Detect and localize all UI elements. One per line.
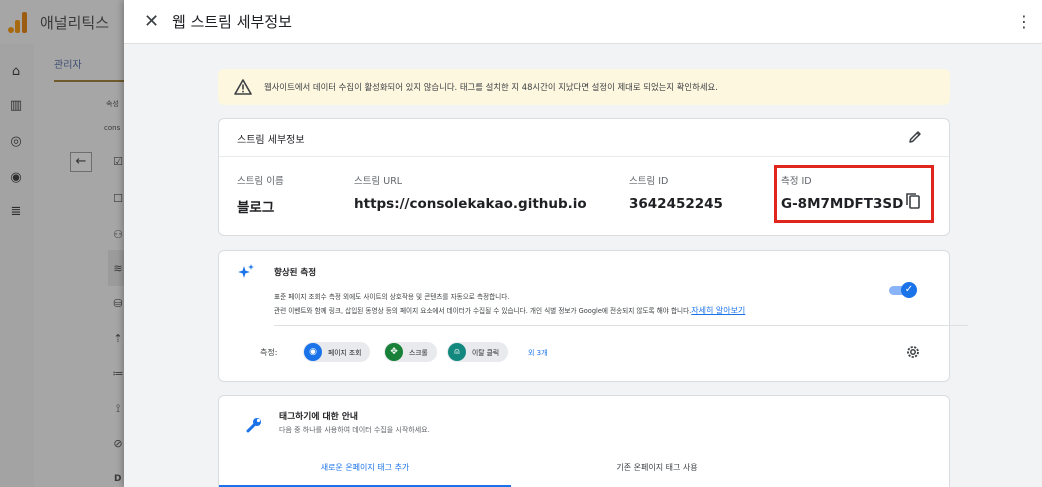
home-icon[interactable]: ⌂	[8, 64, 24, 80]
close-icon[interactable]: ✕	[144, 10, 160, 34]
learn-more-link[interactable]: 자세히 알아보기	[691, 306, 745, 315]
app-title: 애널리틱스	[40, 13, 110, 32]
more-options-icon[interactable]: ⋮	[1016, 12, 1032, 32]
warning-banner: 웹사이트에서 데이터 수집이 활성화되어 있지 않습니다. 태그를 설치한 지 …	[218, 69, 950, 105]
scroll-icon: ✥	[385, 343, 403, 361]
edit-pencil-icon[interactable]	[907, 129, 923, 145]
explore-icon[interactable]: ◎	[8, 134, 24, 150]
measurement-id-highlight	[774, 165, 934, 223]
tagging-instructions-card: 태그하기에 대한 안내 다음 중 하나를 사용하여 데이터 수집을 시작하세요.…	[218, 395, 950, 487]
divider	[274, 325, 968, 326]
drawer-header: ✕ 웹 스트림 세부정보 ⋮	[124, 0, 1042, 44]
property-label: 속성	[106, 100, 119, 108]
database-icon: ⛁	[113, 297, 123, 310]
property-name: cons	[104, 124, 121, 132]
stream-icon: ≋	[113, 262, 123, 275]
wrench-icon	[245, 416, 263, 434]
nav-rail: ⌂ ▥ ◎ ◉ ≣	[0, 44, 34, 487]
enhanced-measurement-desc-1: 표준 페이지 조회수 측정 외에도 사이트의 상호작용 및 콘텐츠를 자동으로 …	[274, 293, 510, 301]
metrics-label: 측정:	[260, 348, 278, 357]
users-icon: ⚇	[113, 228, 123, 241]
sparkle-icon	[237, 263, 255, 281]
tab-admin[interactable]: 관리자	[54, 56, 82, 71]
stream-url-label: 스트림 URL	[354, 176, 403, 187]
stream-id-label: 스트림 ID	[629, 176, 669, 187]
drawer-title: 웹 스트림 세부정보	[172, 13, 292, 31]
eye-icon: ◉	[304, 343, 322, 361]
gear-icon[interactable]	[905, 344, 921, 360]
stream-url-field: 스트림 URL https://consolekakao.github.io	[354, 173, 587, 212]
enhanced-measurement-desc-2: 관련 이벤트와 함께 링크, 삽입된 동영상 등의 페이지 요소에서 데이터가 …	[274, 305, 745, 316]
warning-text: 웹사이트에서 데이터 수집이 활성화되어 있지 않습니다. 태그를 설치한 지 …	[264, 82, 718, 92]
app-header: 애널리틱스	[0, 0, 130, 44]
reports-icon[interactable]: ▥	[8, 98, 24, 114]
tab-add-new-tag[interactable]: 새로운 온페이지 태그 추가	[219, 461, 511, 487]
tab-indicator	[54, 80, 124, 82]
settings-list-icon: ≔	[112, 367, 124, 380]
chip-label: 스크롤	[409, 349, 428, 357]
warning-icon	[234, 79, 252, 95]
checkbox-icon: ☑	[113, 155, 123, 168]
check-icon: ✓	[901, 282, 917, 298]
list-icon[interactable]: ≣	[8, 204, 24, 220]
bottom-letter: D	[114, 474, 122, 484]
chip-outbound-clicks[interactable]: ⍝ 이탈 클릭	[447, 342, 509, 362]
enhanced-measurement-desc-2-text: 관련 이벤트와 함께 링크, 삽입된 동영상 등의 페이지 요소에서 데이터가 …	[274, 307, 692, 315]
advertising-icon[interactable]: ◉	[8, 170, 24, 186]
stream-name-label: 스트림 이름	[237, 176, 284, 187]
upload-icon: ⇡	[113, 332, 123, 345]
chip-label: 페이지 조회	[328, 349, 362, 357]
back-arrow-icon[interactable]: ←	[70, 152, 92, 172]
enhanced-measurement-title: 향상된 측정	[274, 268, 317, 278]
stream-url-value: https://consolekakao.github.io	[354, 196, 587, 212]
mouse-icon: ⍝	[448, 343, 466, 361]
stream-id-value: 3642452245	[629, 196, 723, 212]
stream-id-field: 스트림 ID 3642452245	[629, 173, 723, 212]
tagging-title: 태그하기에 대한 안내	[279, 412, 358, 422]
stream-details-drawer: ✕ 웹 스트림 세부정보 ⋮ 웹사이트에서 데이터 수집이 활성화되어 있지 않…	[124, 0, 1042, 487]
page-icon: ☐	[113, 192, 123, 205]
link-icon: ⟟	[115, 402, 121, 415]
chip-scroll[interactable]: ✥ 스크롤	[384, 342, 437, 362]
stream-name-field: 스트림 이름 블로그	[237, 173, 284, 216]
tagging-subtitle: 다음 중 하나를 사용하여 데이터 수집을 시작하세요.	[279, 426, 430, 434]
enhanced-measurement-card: 향상된 측정 표준 페이지 조회수 측정 외에도 사이트의 상호작용 및 콘텐츠…	[218, 250, 968, 382]
analytics-logo-icon	[8, 11, 28, 33]
chip-label: 이탈 클릭	[472, 349, 500, 357]
tab-use-existing-tag[interactable]: 기존 온페이지 태그 사용	[511, 461, 803, 487]
more-metrics-link[interactable]: 외 3개	[528, 348, 548, 358]
card-header: 스트림 세부정보	[219, 119, 949, 157]
card-title: 스트림 세부정보	[237, 135, 305, 146]
tag-icon: ⊘	[113, 437, 123, 450]
chip-page-views[interactable]: ◉ 페이지 조회	[303, 342, 371, 362]
stream-name-value: 블로그	[237, 200, 275, 216]
enhanced-measurement-toggle[interactable]: ✓	[889, 282, 917, 298]
